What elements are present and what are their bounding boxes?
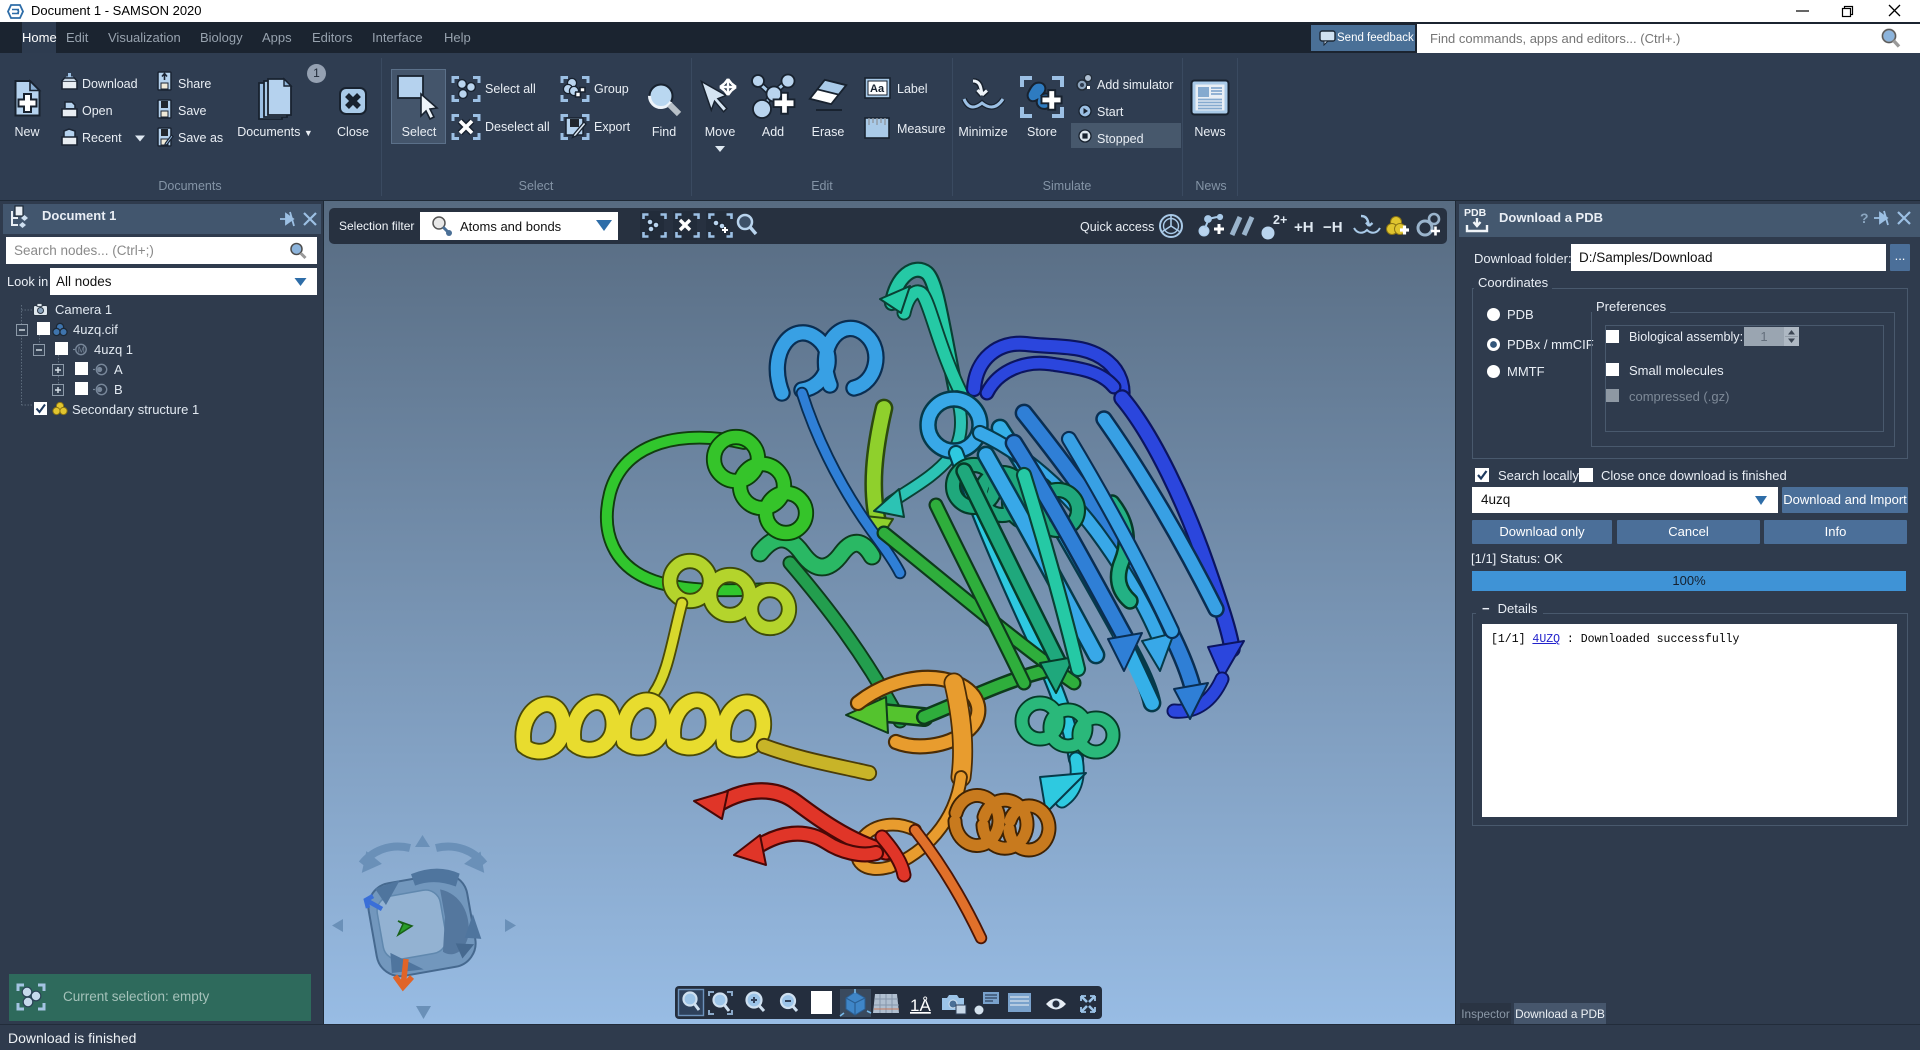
svg-text:+H: +H <box>1294 219 1314 236</box>
svg-text:2+: 2+ <box>1273 213 1287 227</box>
svg-text:1Å: 1Å <box>910 996 931 1015</box>
svg-text:?: ? <box>1860 210 1869 226</box>
svg-text:Selection filter: Selection filter <box>339 219 414 233</box>
svg-text:Atoms and bonds: Atoms and bonds <box>460 219 562 234</box>
svg-text:−H: −H <box>1323 219 1343 236</box>
svg-text:Aa: Aa <box>870 83 885 95</box>
svg-text:Quick access: Quick access <box>1080 220 1154 234</box>
svg-text:PDB: PDB <box>1464 207 1487 219</box>
